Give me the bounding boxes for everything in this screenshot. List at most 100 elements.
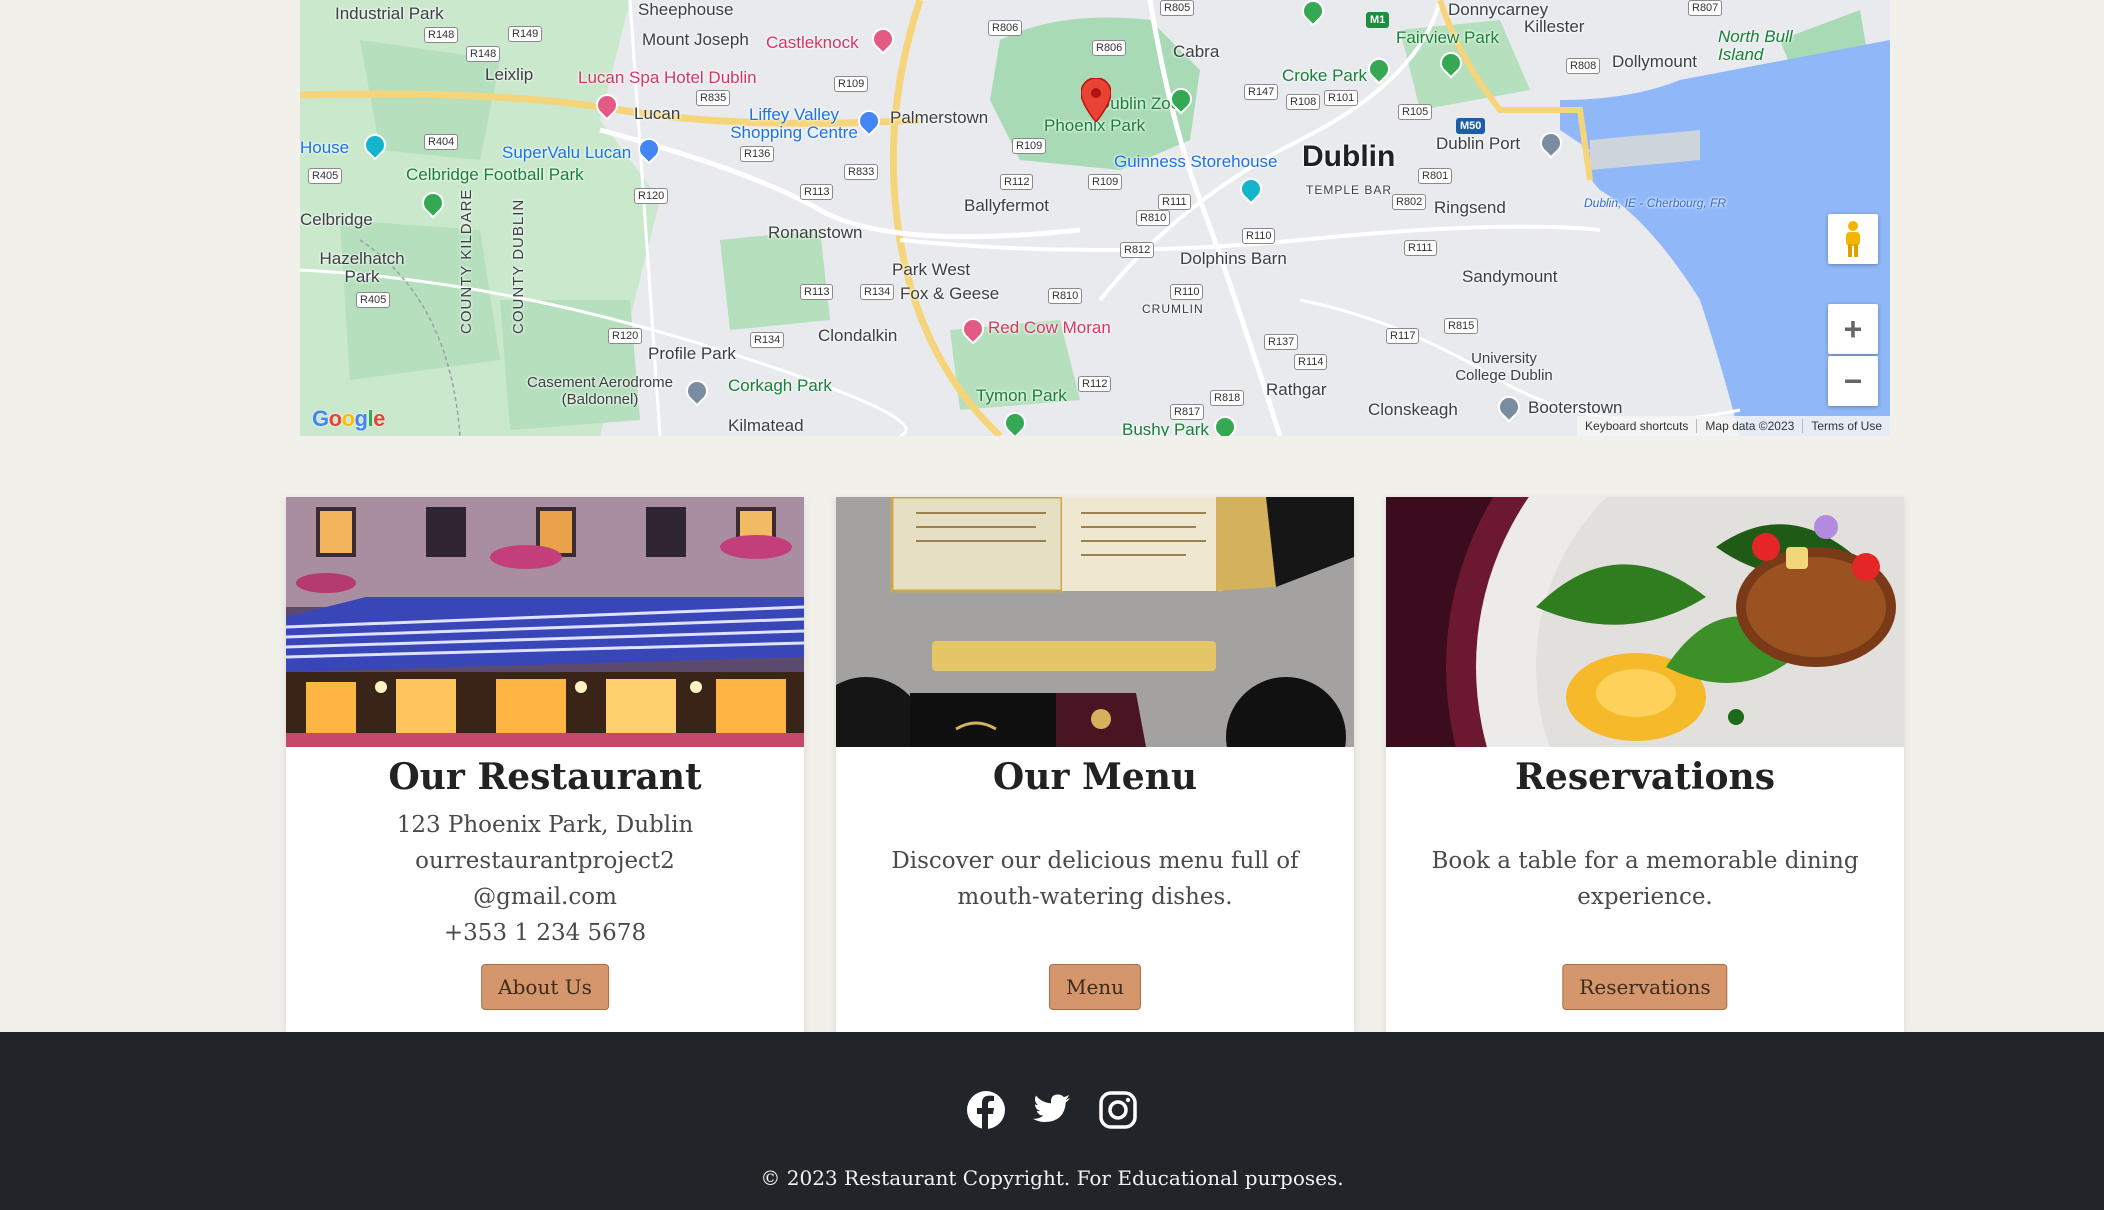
road-label: R805 — [1160, 0, 1195, 16]
road-label: R101 — [1324, 90, 1359, 106]
road-label: R112 — [1000, 174, 1034, 190]
twitter-icon[interactable] — [1032, 1090, 1072, 1130]
road-label: R806 — [1092, 40, 1127, 56]
terms-of-use-link[interactable]: Terms of Use — [1802, 419, 1890, 433]
card-title: Reservations — [1515, 756, 1775, 798]
road-label: R810 — [1048, 288, 1083, 304]
road-label: R807 — [1688, 0, 1723, 16]
map-label: Kilmatead — [728, 416, 804, 435]
map-label: Cabra — [1173, 42, 1220, 61]
road-label: R109 — [1088, 174, 1123, 190]
road-label: R114 — [1294, 354, 1328, 370]
email-line: @gmail.com — [473, 884, 617, 910]
road-label: R817 — [1170, 404, 1205, 420]
site-footer: © 2023 Restaurant Copyright. For Educati… — [0, 1032, 2104, 1210]
instagram-icon[interactable] — [1098, 1090, 1138, 1130]
map-label: TEMPLE BAR — [1306, 183, 1393, 197]
road-label: R113 — [800, 184, 834, 200]
social-links — [0, 1090, 2104, 1130]
map-label: Guinness Storehouse — [1114, 152, 1278, 171]
restaurant-contact: 123 Phoenix Park, Dublin ourrestaurantpr… — [286, 807, 804, 951]
road-label: R111 — [1404, 240, 1437, 256]
road-label: R808 — [1566, 58, 1601, 74]
facebook-icon[interactable] — [966, 1090, 1006, 1130]
road-label: R149 — [508, 26, 543, 42]
map-label: Killester — [1524, 17, 1585, 36]
road-label: R108 — [1286, 94, 1321, 110]
reservations-button[interactable]: Reservations — [1562, 964, 1728, 1010]
map-label: Corkagh Park — [728, 376, 832, 395]
road-label: R134 — [750, 332, 785, 348]
map-label: Sandymount — [1462, 267, 1558, 286]
zoom-in-button[interactable]: + — [1828, 304, 1878, 354]
reservations-card: Reservations Book a table for a memorabl… — [1386, 497, 1904, 1032]
map-label: Industrial Park — [335, 4, 444, 23]
map-label: Park West — [892, 260, 971, 279]
about-us-button[interactable]: About Us — [481, 964, 609, 1010]
map-attribution: Keyboard shortcuts Map data ©2023 Terms … — [1577, 416, 1890, 436]
map-label: Ronanstown — [768, 223, 863, 242]
road-label: R105 — [1398, 104, 1433, 120]
map-label: Tymon Park — [976, 386, 1067, 405]
road-label: R147 — [1244, 84, 1279, 100]
address-line: 123 Phoenix Park, Dublin — [396, 812, 694, 838]
road-label: R405 — [308, 168, 343, 184]
road-label: R801 — [1418, 168, 1453, 184]
map-label: Clonskeagh — [1368, 400, 1458, 419]
google-map[interactable]: Industrial Park Sheephouse Mount Joseph … — [300, 0, 1890, 436]
map-label: Celbridge — [300, 210, 373, 229]
map-label: Dollymount — [1612, 52, 1698, 71]
map-label: Dublin, IE - Cherbourg, FR — [1584, 196, 1727, 210]
card-title: Our Restaurant — [388, 756, 702, 798]
menu-image — [836, 497, 1354, 747]
road-label: R815 — [1444, 318, 1479, 334]
email-line: ourrestaurantproject2 — [415, 848, 675, 874]
card-description: Discover our delicious menu full of mout… — [891, 848, 1299, 910]
map-label: Ballyfermot — [964, 196, 1050, 215]
menu-button[interactable]: Menu — [1048, 964, 1142, 1010]
road-label: R110 — [1242, 228, 1276, 244]
feature-cards: Our Restaurant 123 Phoenix Park, Dublin … — [286, 497, 1904, 1032]
copyright-text: © 2023 Restaurant Copyright. For Educati… — [760, 1166, 1344, 1190]
map-label: University College Dublin — [1455, 350, 1553, 384]
card-title: Our Menu — [992, 756, 1198, 798]
map-label: Sheephouse — [638, 0, 734, 19]
menu-card: Our Menu Discover our delicious menu ful… — [836, 497, 1354, 1032]
card-description: Book a table for a memorable dining expe… — [1431, 848, 1859, 910]
map-label: Bushy Park — [1122, 420, 1209, 436]
road-label: R137 — [1264, 334, 1299, 350]
zoom-out-button[interactable]: − — [1828, 356, 1878, 406]
google-logo: Google — [312, 406, 385, 431]
pegman-icon — [1846, 221, 1860, 257]
dish-image — [1386, 497, 1904, 747]
map-label: Lucan Spa Hotel Dublin — [578, 68, 757, 87]
map-label: House — [300, 138, 350, 157]
road-label: R109 — [834, 76, 869, 92]
map-label: Liffey Valley Shopping Centre — [730, 105, 858, 142]
road-label: R112 — [1078, 376, 1112, 392]
map-label: Croke Park — [1282, 66, 1368, 85]
restaurant-exterior-image — [286, 497, 804, 747]
map-label: Castleknock — [766, 33, 859, 52]
phone-line: +353 1 234 5678 — [443, 920, 647, 946]
road-label: R134 — [860, 284, 895, 300]
road-label: M50 — [1456, 118, 1486, 134]
road-label: R812 — [1120, 242, 1155, 258]
road-label: R818 — [1210, 390, 1245, 406]
road-label: M1 — [1366, 12, 1390, 28]
map-label: Fairview Park — [1396, 28, 1499, 47]
road-label: R111 — [1158, 194, 1191, 210]
road-label: R136 — [740, 146, 775, 162]
location-marker-icon[interactable] — [1081, 78, 1111, 122]
map-data-label: Map data ©2023 — [1696, 419, 1802, 433]
map-label: Lucan — [634, 104, 681, 123]
map-label: North Bull Island — [1718, 27, 1793, 64]
road-label: R833 — [844, 164, 879, 180]
map-label: Celbridge Football Park — [406, 165, 584, 184]
map-label: Mount Joseph — [642, 30, 749, 49]
keyboard-shortcuts-link[interactable]: Keyboard shortcuts — [1577, 419, 1696, 433]
map-label: Dolphins Barn — [1180, 249, 1287, 268]
map-label: COUNTY KILDARE — [458, 188, 475, 334]
road-label: R806 — [988, 20, 1023, 36]
street-view-button[interactable] — [1828, 214, 1878, 264]
